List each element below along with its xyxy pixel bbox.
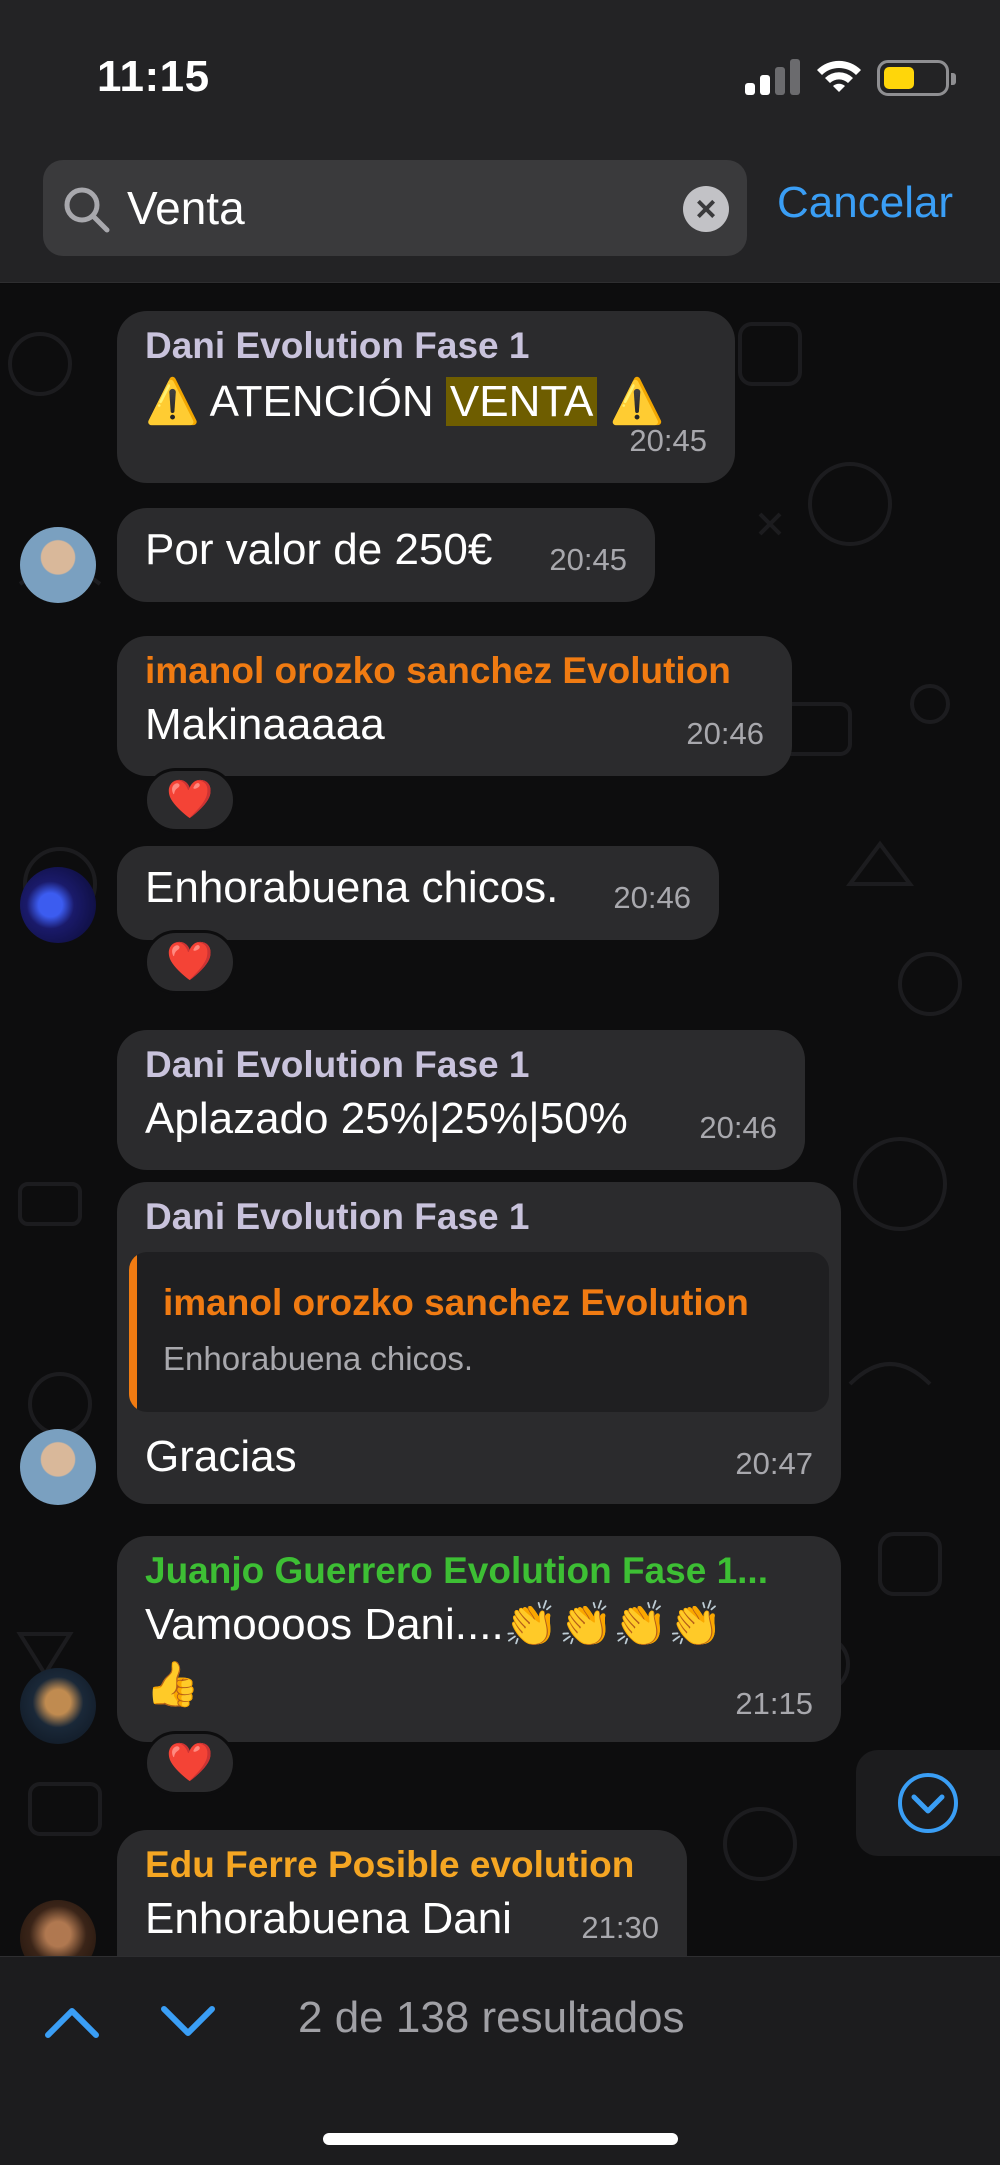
- message-time: 20:46: [613, 880, 691, 915]
- message-bubble[interactable]: Edu Ferre Posible evolution Enhorabuena …: [117, 1830, 687, 1956]
- search-field[interactable]: Venta ×: [43, 160, 747, 256]
- message-text: Enhorabuena Dani: [145, 1894, 512, 1943]
- avatar[interactable]: [20, 527, 96, 603]
- status-time: 11:15: [97, 52, 210, 101]
- message-bubble[interactable]: Dani Evolution Fase 1 ⚠️ ATENCIÓN VENTA …: [117, 311, 735, 483]
- quoted-reply[interactable]: imanol orozko sanchez Evolution Enhorabu…: [129, 1252, 829, 1412]
- cellular-signal-icon: [745, 57, 801, 95]
- message-time: 20:45: [629, 423, 707, 458]
- heart-reaction[interactable]: ❤️: [144, 930, 236, 994]
- sender-name: Edu Ferre Posible evolution: [145, 1844, 635, 1885]
- message-time: 21:15: [735, 1686, 813, 1721]
- chevron-down-circle-icon: [898, 1773, 958, 1833]
- chat-messages[interactable]: Dani Evolution Fase 1 ⚠️ ATENCIÓN VENTA …: [0, 284, 1000, 1956]
- cancel-button[interactable]: Cancelar: [777, 178, 953, 228]
- sender-name: Dani Evolution Fase 1: [145, 325, 530, 366]
- sender-name: Juanjo Guerrero Evolution Fase 1...: [145, 1550, 768, 1591]
- message-bubble[interactable]: imanol orozko sanchez Evolution Makinaaa…: [117, 636, 792, 776]
- message-bubble[interactable]: Dani Evolution Fase 1 imanol orozko sanc…: [117, 1182, 841, 1504]
- chevron-up-icon[interactable]: [40, 1997, 104, 2045]
- message-text: Vamoooos Dani....👏👏👏👏: [145, 1600, 723, 1649]
- header: 11:15 Venta × Cancelar: [0, 0, 1000, 283]
- message-time: 20:46: [699, 1110, 777, 1145]
- message-text: Enhorabuena chicos.: [145, 863, 559, 912]
- message-time: 20:47: [735, 1446, 813, 1481]
- message-time: 20:45: [549, 542, 627, 577]
- message-text: Makinaaaaa: [145, 700, 385, 749]
- message-text-line2: 👍: [145, 1660, 200, 1709]
- reply-accent-bar: [129, 1252, 137, 1412]
- message-text: Gracias: [145, 1432, 297, 1481]
- clear-search-button[interactable]: ×: [683, 186, 729, 232]
- search-input[interactable]: Venta: [127, 178, 687, 238]
- avatar[interactable]: [20, 867, 96, 943]
- heart-reaction[interactable]: ❤️: [144, 768, 236, 832]
- battery-icon: [877, 60, 956, 96]
- wifi-icon: [817, 60, 861, 92]
- results-count: 2 de 138 resultados: [298, 1993, 685, 2042]
- avatar[interactable]: [20, 1668, 96, 1744]
- message-text: Por valor de 250€: [145, 525, 493, 574]
- avatar[interactable]: [20, 1429, 96, 1505]
- heart-reaction[interactable]: ❤️: [144, 1731, 236, 1795]
- scroll-to-bottom-button[interactable]: [856, 1750, 1000, 1856]
- message-bubble[interactable]: Enhorabuena chicos. 20:46: [117, 846, 719, 940]
- chevron-down-icon[interactable]: [156, 1997, 220, 2045]
- home-indicator[interactable]: [323, 2133, 678, 2145]
- message-time: 21:30: [581, 1910, 659, 1945]
- reply-sender-name: imanol orozko sanchez Evolution: [163, 1282, 749, 1323]
- message-text-part: ⚠️ ATENCIÓN: [145, 377, 446, 426]
- sender-name: Dani Evolution Fase 1: [145, 1044, 530, 1085]
- message-bubble[interactable]: Dani Evolution Fase 1 Aplazado 25%|25%|5…: [117, 1030, 805, 1170]
- message-bubble[interactable]: Juanjo Guerrero Evolution Fase 1... Vamo…: [117, 1536, 841, 1742]
- search-highlight: VENTA: [445, 377, 598, 426]
- message-bubble[interactable]: Por valor de 250€ 20:45: [117, 508, 655, 602]
- message-text: Aplazado 25%|25%|50%: [145, 1094, 628, 1143]
- message-text-part: ⚠️: [597, 377, 665, 426]
- sender-name: Dani Evolution Fase 1: [145, 1196, 530, 1237]
- sender-name: imanol orozko sanchez Evolution: [145, 650, 731, 691]
- search-icon: [64, 187, 110, 233]
- reply-text: Enhorabuena chicos.: [163, 1340, 474, 1377]
- message-text: ⚠️ ATENCIÓN VENTA ⚠️: [145, 375, 664, 427]
- message-time: 20:46: [686, 716, 764, 751]
- search-results-bar: 2 de 138 resultados: [0, 1956, 1000, 2165]
